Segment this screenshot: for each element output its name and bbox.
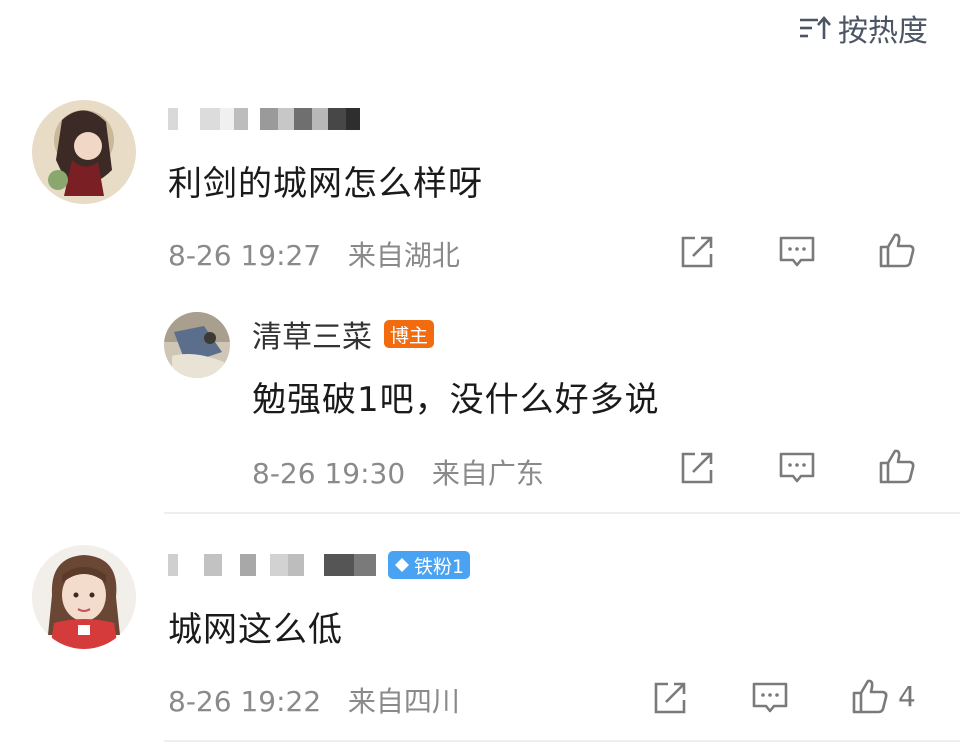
diamond-icon [395, 558, 409, 572]
reply-meta: 8-26 19:30 来自广东 [252, 452, 544, 492]
divider [164, 740, 960, 742]
comment-time: 8-26 19:22 [168, 685, 322, 718]
like-button[interactable]: 4 [850, 676, 916, 716]
comment-time: 8-26 19:27 [168, 239, 322, 272]
thumbs-up-icon [879, 449, 915, 484]
thumbs-up-icon [879, 233, 915, 268]
comment-text: 城网这么低 [168, 610, 343, 650]
reply-user-row: 清草三菜 博主 [252, 312, 435, 356]
reply-button[interactable] [750, 678, 790, 718]
like-button[interactable] [877, 230, 917, 270]
like-count: 4 [898, 679, 916, 713]
avatar[interactable] [32, 100, 136, 204]
sort-icon [800, 16, 831, 39]
blogger-badge: 博主 [384, 320, 435, 348]
divider [164, 512, 960, 514]
share-icon [681, 452, 713, 484]
sort-button[interactable]: 按热度 [798, 6, 928, 50]
reply-time: 8-26 19:30 [252, 457, 406, 490]
comment-text: 利剑的城网怎么样呀 [168, 164, 483, 204]
comment-icon [779, 236, 815, 267]
reply-share-button[interactable] [677, 448, 717, 488]
share-icon [654, 682, 686, 714]
reply-like-button[interactable] [877, 446, 917, 486]
thumbs-up-icon [852, 679, 888, 714]
comment-location: 来自湖北 [347, 239, 460, 272]
sort-label: 按热度 [838, 14, 928, 49]
comment-icon [779, 452, 815, 483]
fan-badge: 铁粉1 [388, 551, 471, 579]
comment-icon [752, 682, 788, 713]
reply-avatar[interactable] [164, 312, 230, 378]
share-icon [681, 236, 713, 268]
reply-button[interactable] [777, 232, 817, 272]
reply-location: 来自广东 [431, 457, 544, 490]
share-button[interactable] [650, 678, 690, 718]
user-row: 铁粉1 [168, 550, 471, 580]
comment-list: 按热度 利剑的城网怎么样呀 8-26 19:27 来自湖北 清草三菜 博主 勉强… [0, 0, 960, 750]
comment-meta: 8-26 19:27 来自湖北 [168, 234, 460, 274]
share-button[interactable] [677, 232, 717, 272]
comment-location: 来自四川 [347, 685, 460, 718]
reply-comment-button[interactable] [777, 448, 817, 488]
comment-meta: 8-26 19:22 来自四川 [168, 680, 460, 720]
reply-text: 勉强破1吧，没什么好多说 [252, 380, 660, 420]
blurred-username [168, 550, 376, 580]
avatar[interactable] [32, 545, 136, 649]
reply-username[interactable]: 清草三菜 [252, 312, 372, 356]
blurred-username [168, 104, 360, 134]
